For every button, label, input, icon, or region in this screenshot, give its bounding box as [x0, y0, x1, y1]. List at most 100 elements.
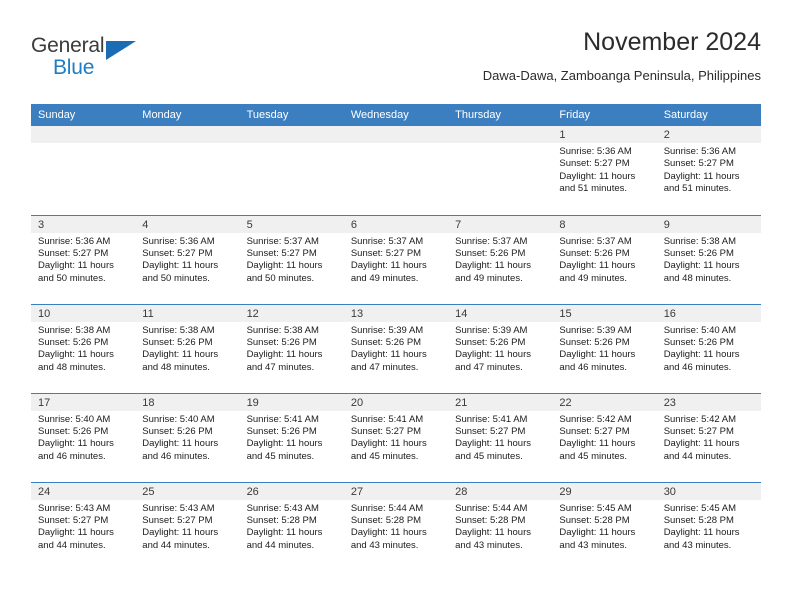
day-details: Sunrise: 5:36 AM Sunset: 5:27 PM Daylight:… — [552, 143, 656, 196]
calendar-day-cell[interactable]: 16 Sunrise: 5:40 AM Sunset: 5:26 PM Dayligh… — [656, 303, 761, 393]
daylight-duration-line2: and 43 minutes. — [663, 539, 732, 551]
day-number: 11 — [135, 304, 240, 322]
calendar-day-cell[interactable]: 5 Sunrise: 5:37 AM Sunset: 5:27 PM Daylight… — [239, 214, 344, 304]
sunrise-time: Sunrise: 5:37 AM — [350, 235, 424, 247]
calendar-day-cell[interactable]: 15 Sunrise: 5:39 AM Sunset: 5:26 PM Dayligh… — [552, 303, 657, 393]
day-number: 14 — [448, 304, 553, 322]
day-details: Sunrise: 5:40 AM Sunset: 5:26 PM Daylight:… — [31, 411, 135, 464]
day-number — [135, 126, 240, 143]
sunrise-time: Sunrise: 5:41 AM — [246, 413, 319, 425]
day-details: Sunrise: 5:40 AM Sunset: 5:26 PM Daylight:… — [657, 322, 761, 375]
daylight-duration-line1: Daylight: 11 hours — [663, 438, 740, 450]
day-number: 23 — [656, 393, 761, 411]
calendar-day-cell[interactable]: 12 Sunrise: 5:38 AM Sunset: 5:26 PM Dayligh… — [239, 303, 344, 393]
day-number: 19 — [239, 393, 344, 411]
daylight-duration-line1: Daylight: 11 hours — [559, 527, 636, 539]
daylight-duration-line2: and 45 minutes. — [246, 450, 315, 462]
sunrise-time: Sunrise: 5:40 AM — [142, 413, 215, 425]
daylight-duration-line2: and 49 minutes. — [559, 272, 628, 284]
daylight-duration-line2: and 45 minutes. — [350, 450, 419, 462]
sunrise-time: Sunrise: 5:39 AM — [559, 324, 632, 336]
calendar-day-cell[interactable]: 19 Sunrise: 5:41 AM Sunset: 5:26 PM Dayligh… — [239, 392, 344, 482]
sunrise-time: Sunrise: 5:45 AM — [663, 502, 737, 514]
calendar-day-cell[interactable]: 30 Sunrise: 5:45 AM Sunset: 5:28 PM Dayligh… — [656, 481, 761, 571]
sunset-time: Sunset: 5:28 PM — [663, 514, 734, 526]
calendar-day-cell[interactable]: 17 Sunrise: 5:40 AM Sunset: 5:26 PM Dayligh… — [31, 392, 136, 482]
sunrise-time: Sunrise: 5:38 AM — [246, 324, 319, 336]
sunrise-time: Sunrise: 5:45 AM — [559, 502, 632, 514]
day-number: 12 — [239, 304, 344, 322]
weekday-header-sunday: Sunday — [31, 104, 136, 126]
sunrise-time: Sunrise: 5:37 AM — [559, 235, 632, 247]
day-details: Sunrise: 5:40 AM Sunset: 5:26 PM Daylight:… — [135, 411, 239, 464]
day-number: 20 — [343, 393, 449, 411]
daylight-duration-line1: Daylight: 11 hours — [246, 527, 323, 539]
sunrise-time: Sunrise: 5:36 AM — [559, 146, 632, 157]
sunrise-time: Sunrise: 5:37 AM — [246, 235, 319, 247]
calendar-day-cell[interactable]: 8 Sunrise: 5:37 AM Sunset: 5:26 PM Daylight… — [552, 214, 657, 304]
daylight-duration-line2: and 43 minutes. — [350, 539, 419, 551]
calendar-day-cell[interactable]: 21 Sunrise: 5:41 AM Sunset: 5:27 PM Dayligh… — [448, 392, 553, 482]
daylight-duration-line1: Daylight: 11 hours — [38, 438, 114, 450]
sunset-time: Sunset: 5:28 PM — [559, 514, 630, 526]
calendar-day-cell[interactable]: 1 Sunrise: 5:36 AM Sunset: 5:27 PM Daylight… — [552, 126, 657, 215]
daylight-duration-line1: Daylight: 11 hours — [663, 527, 740, 539]
day-number: 16 — [656, 304, 761, 322]
calendar-day-cell[interactable]: 2 Sunrise: 5:36 AM Sunset: 5:27 PM Daylight… — [656, 126, 761, 215]
sunset-time: Sunset: 5:26 PM — [142, 336, 213, 348]
daylight-duration-line1: Daylight: 11 hours — [559, 260, 636, 272]
calendar-day-cell[interactable]: 11 Sunrise: 5:38 AM Sunset: 5:26 PM Dayligh… — [135, 303, 240, 393]
daylight-duration-line2: and 51 minutes. — [559, 183, 628, 195]
day-details: Sunrise: 5:41 AM Sunset: 5:26 PM Daylight:… — [240, 411, 344, 464]
sunset-time: Sunset: 5:26 PM — [559, 247, 630, 259]
calendar-day-cell[interactable]: 27 Sunrise: 5:44 AM Sunset: 5:28 PM Dayligh… — [343, 481, 449, 571]
calendar-day-cell[interactable]: 10 Sunrise: 5:38 AM Sunset: 5:26 PM Dayligh… — [31, 303, 136, 393]
page-title: November 2024 — [583, 28, 761, 56]
day-number — [448, 126, 553, 143]
day-details: Sunrise: 5:36 AM Sunset: 5:27 PM Daylight:… — [31, 233, 135, 286]
day-number: 4 — [135, 215, 240, 233]
calendar-day-cell[interactable]: 22 Sunrise: 5:42 AM Sunset: 5:27 PM Dayligh… — [552, 392, 657, 482]
calendar-day-cell[interactable]: 23 Sunrise: 5:42 AM Sunset: 5:27 PM Dayligh… — [656, 392, 761, 482]
logo-text-blue: Blue — [53, 56, 95, 79]
daylight-duration-line1: Daylight: 11 hours — [350, 438, 427, 450]
calendar-day-cell[interactable]: 20 Sunrise: 5:41 AM Sunset: 5:27 PM Dayligh… — [343, 392, 449, 482]
calendar-day-cell[interactable]: 13 Sunrise: 5:39 AM Sunset: 5:26 PM Dayligh… — [343, 303, 449, 393]
day-details: Sunrise: 5:43 AM Sunset: 5:27 PM Daylight:… — [31, 500, 135, 553]
sunrise-time: Sunrise: 5:36 AM — [38, 235, 111, 247]
logo-triangle-icon — [106, 41, 136, 60]
day-details: Sunrise: 5:38 AM Sunset: 5:26 PM Daylight:… — [31, 322, 135, 375]
sunset-time: Sunset: 5:26 PM — [663, 336, 734, 348]
daylight-duration-line2: and 46 minutes. — [38, 450, 106, 462]
daylight-duration-line1: Daylight: 11 hours — [350, 349, 427, 361]
calendar-day-cell[interactable]: 25 Sunrise: 5:43 AM Sunset: 5:27 PM Dayligh… — [135, 481, 240, 571]
calendar-day-cell[interactable]: 14 Sunrise: 5:39 AM Sunset: 5:26 PM Dayligh… — [448, 303, 553, 393]
day-number: 3 — [31, 215, 136, 233]
calendar-day-cell[interactable]: 3 Sunrise: 5:36 AM Sunset: 5:27 PM Daylight… — [31, 214, 136, 304]
day-details — [448, 143, 552, 146]
calendar-day-cell[interactable]: 18 Sunrise: 5:40 AM Sunset: 5:26 PM Dayligh… — [135, 392, 240, 482]
calendar-day-cell[interactable]: 26 Sunrise: 5:43 AM Sunset: 5:28 PM Dayligh… — [239, 481, 344, 571]
calendar-week-row: 3 Sunrise: 5:36 AM Sunset: 5:27 PM Daylight… — [31, 214, 761, 304]
daylight-duration-line2: and 48 minutes. — [663, 272, 732, 284]
calendar-day-cell[interactable]: 24 Sunrise: 5:43 AM Sunset: 5:27 PM Dayligh… — [31, 481, 136, 571]
calendar-day-cell[interactable]: 9 Sunrise: 5:38 AM Sunset: 5:26 PM Daylight… — [656, 214, 761, 304]
calendar-day-cell[interactable]: 29 Sunrise: 5:45 AM Sunset: 5:28 PM Dayligh… — [552, 481, 657, 571]
sunset-time: Sunset: 5:26 PM — [38, 425, 109, 437]
weekday-header-tuesday: Tuesday — [239, 104, 344, 126]
calendar-day-cell-empty — [343, 126, 449, 215]
calendar-day-cell[interactable]: 6 Sunrise: 5:37 AM Sunset: 5:27 PM Daylight… — [343, 214, 449, 304]
daylight-duration-line1: Daylight: 11 hours — [38, 527, 114, 539]
calendar-day-cell-empty — [31, 126, 136, 215]
day-number: 9 — [656, 215, 761, 233]
calendar-day-cell[interactable]: 7 Sunrise: 5:37 AM Sunset: 5:26 PM Daylight… — [448, 214, 553, 304]
general-blue-logo[interactable]: General Blue — [31, 34, 151, 86]
day-details: Sunrise: 5:36 AM Sunset: 5:27 PM Daylight:… — [657, 143, 761, 196]
calendar-day-cell[interactable]: 4 Sunrise: 5:36 AM Sunset: 5:27 PM Daylight… — [135, 214, 240, 304]
day-details: Sunrise: 5:44 AM Sunset: 5:28 PM Daylight:… — [448, 500, 552, 553]
calendar-day-cell-empty — [239, 126, 344, 215]
day-number: 2 — [656, 126, 761, 143]
calendar-day-cell[interactable]: 28 Sunrise: 5:44 AM Sunset: 5:28 PM Dayligh… — [448, 481, 553, 571]
daylight-duration-line1: Daylight: 11 hours — [142, 527, 219, 539]
daylight-duration-line1: Daylight: 11 hours — [38, 349, 114, 361]
